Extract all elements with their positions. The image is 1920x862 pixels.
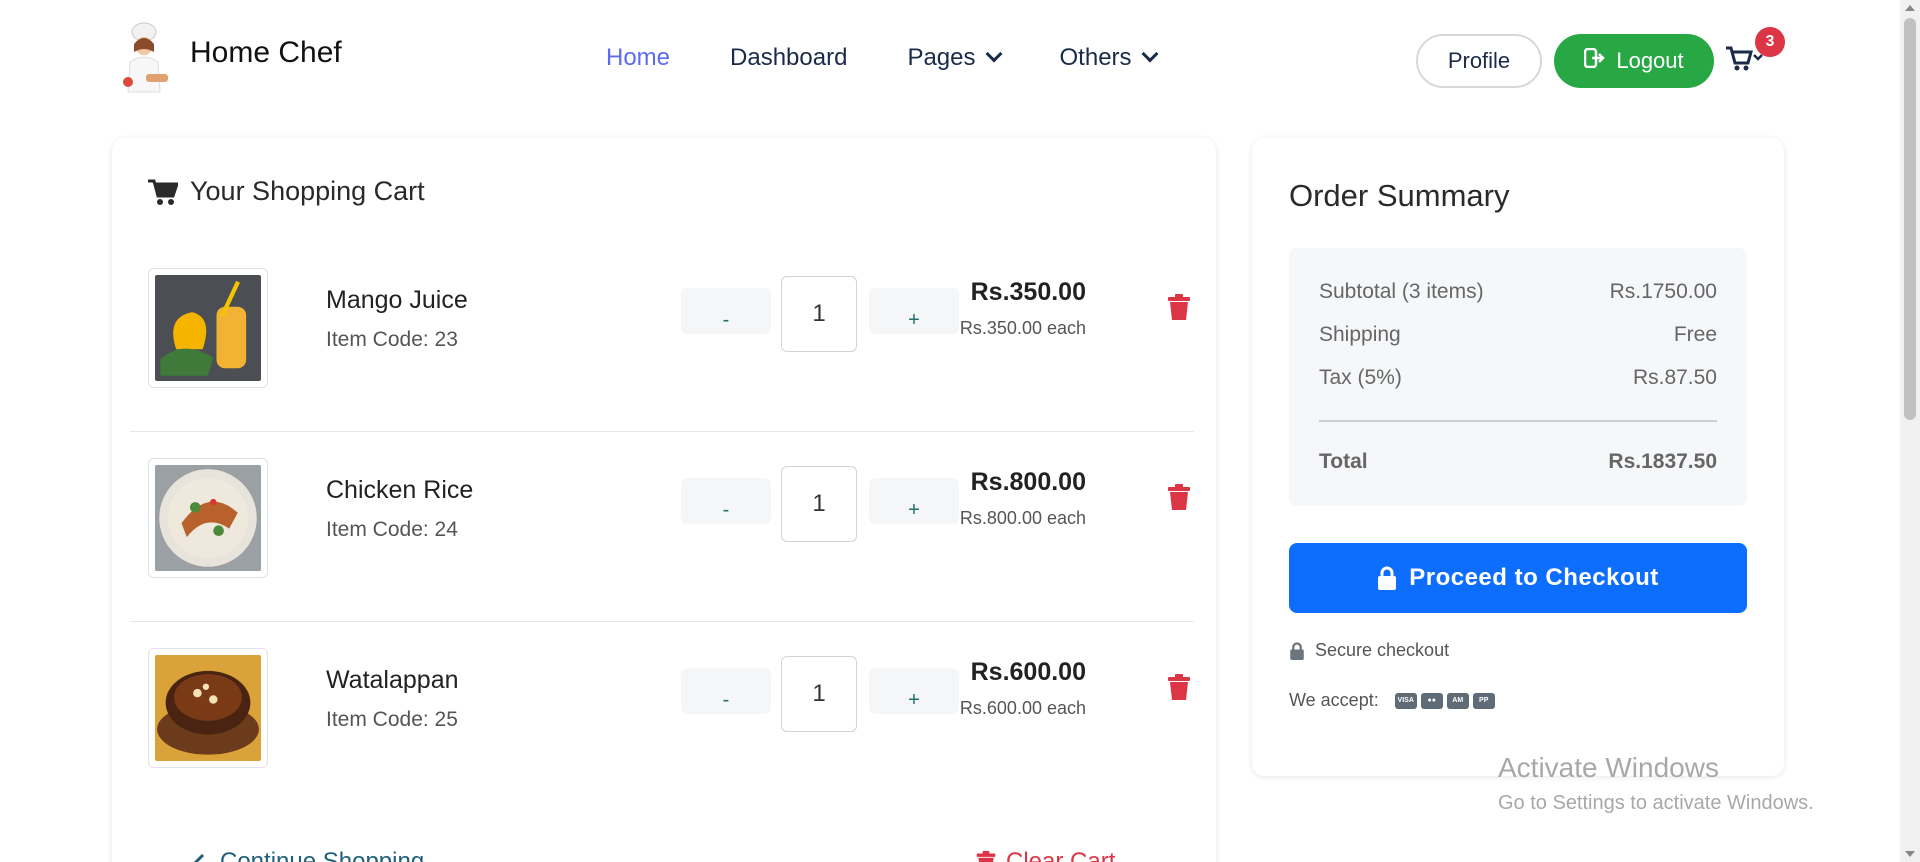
lock-icon	[1290, 641, 1304, 660]
profile-button[interactable]: Profile	[1416, 34, 1542, 88]
item-unit-price: Rs.600.00 each	[959, 698, 1086, 718]
nav-dashboard[interactable]: Dashboard	[730, 44, 847, 72]
order-summary-card: Order Summary Subtotal (3 items) Rs.1750…	[1252, 138, 1784, 776]
payment-icons: VISA ●● AM PP	[1394, 692, 1499, 709]
page-scrollbar[interactable]	[1900, 0, 1920, 862]
item-code: Item Code: 24	[326, 518, 458, 541]
item-unit-price: Rs.350.00 each	[959, 318, 1086, 338]
item-code: Item Code: 23	[326, 328, 458, 351]
continue-shopping-link[interactable]: Continue Shopping	[192, 848, 424, 862]
product-image	[148, 458, 268, 578]
amex-icon: AM	[1446, 692, 1469, 709]
decrease-qty-button[interactable]: -	[681, 478, 771, 524]
cart-title-text: Your Shopping Cart	[190, 176, 425, 206]
subtotal-row: Subtotal (3 items) Rs.1750.00	[1319, 280, 1717, 304]
shipping-label: Shipping	[1319, 323, 1401, 346]
decrease-qty-button[interactable]: -	[681, 668, 771, 714]
secure-checkout-label: Secure checkout	[1315, 640, 1450, 660]
mastercard-icon: ●●	[1420, 692, 1443, 709]
cart-item: Chicken Rice Item Code: 24 - 1 + Rs.800.…	[130, 432, 1194, 622]
checkout-label: Proceed to Checkout	[1409, 564, 1659, 591]
we-accept-label: We accept:	[1289, 690, 1379, 710]
lock-icon	[1378, 566, 1397, 590]
trash-icon[interactable]	[1168, 484, 1190, 510]
increase-qty-button[interactable]: +	[869, 668, 959, 714]
item-name: Chicken Rice	[326, 476, 474, 504]
nav-pages[interactable]: Pages	[907, 44, 1003, 72]
scroll-down-arrow-icon[interactable]	[1905, 851, 1915, 857]
shopping-cart-icon	[148, 179, 178, 205]
payment-methods: We accept: VISA ●● AM PP	[1289, 690, 1499, 711]
decrease-qty-button[interactable]: -	[681, 288, 771, 334]
subtotal-label: Subtotal (3 items)	[1319, 280, 1484, 303]
item-name: Watalappan	[326, 666, 459, 694]
proceed-to-checkout-button[interactable]: Proceed to Checkout	[1289, 543, 1747, 613]
nav-others[interactable]: Others	[1059, 44, 1159, 72]
trash-icon[interactable]	[1168, 294, 1190, 320]
subtotal-value: Rs.1750.00	[1609, 280, 1717, 303]
quantity-input[interactable]: 1	[781, 466, 857, 542]
item-price: Rs.350.00	[970, 278, 1086, 306]
item-name: Mango Juice	[326, 286, 468, 314]
clear-cart-button[interactable]: Clear Cart	[976, 848, 1115, 862]
trash-icon[interactable]	[1168, 674, 1190, 700]
nav-home[interactable]: Home	[606, 44, 670, 72]
chevron-down-icon	[985, 45, 1003, 63]
brand[interactable]: Home Chef	[116, 22, 342, 98]
total-value: Rs.1837.50	[1608, 450, 1717, 473]
cart-count-badge: 3	[1755, 27, 1785, 57]
secure-checkout-note: Secure checkout	[1289, 640, 1449, 661]
increase-qty-button[interactable]: +	[869, 478, 959, 524]
quantity-input[interactable]: 1	[781, 656, 857, 732]
nav-others-label: Others	[1059, 44, 1132, 71]
product-image	[148, 648, 268, 768]
tax-label: Tax (5%)	[1319, 366, 1402, 389]
tax-value: Rs.87.50	[1632, 366, 1717, 389]
shipping-value: Free	[1673, 323, 1717, 346]
item-unit-price: Rs.800.00 each	[959, 508, 1086, 528]
total-label: Total	[1319, 450, 1368, 473]
trash-icon	[976, 851, 996, 862]
navbar: Home Chef Home Dashboard Pages Others Pr…	[0, 0, 1900, 122]
order-summary-title: Order Summary	[1289, 178, 1510, 213]
increase-qty-button[interactable]: +	[869, 288, 959, 334]
item-price: Rs.800.00	[970, 468, 1086, 496]
total-row: Total Rs.1837.50	[1319, 450, 1717, 474]
chef-logo	[116, 22, 180, 98]
logout-button[interactable]: Logout	[1554, 34, 1714, 88]
shipping-row: Shipping Free	[1319, 323, 1717, 347]
summary-divider	[1319, 420, 1717, 422]
chevron-down-icon	[1141, 45, 1159, 63]
brand-name: Home Chef	[190, 36, 342, 69]
nav-home-label: Home	[606, 44, 671, 71]
cart-card: Your Shopping Cart Mango Juice Item Code…	[112, 138, 1216, 862]
continue-shopping-label: Continue Shopping	[220, 848, 425, 862]
item-price: Rs.600.00	[970, 658, 1086, 686]
main-nav: Home Dashboard Pages Others	[606, 44, 1216, 72]
visa-icon: VISA	[1394, 692, 1417, 709]
cart-title: Your Shopping Cart	[148, 176, 425, 207]
summary-breakdown: Subtotal (3 items) Rs.1750.00 Shipping F…	[1289, 248, 1747, 506]
activate-windows-title: Activate Windows	[1498, 752, 1719, 783]
cart-item: Mango Juice Item Code: 23 - 1 + Rs.350.0…	[130, 242, 1194, 432]
scroll-thumb[interactable]	[1904, 18, 1916, 420]
chevron-left-icon	[193, 853, 205, 862]
quantity-input[interactable]: 1	[781, 276, 857, 352]
activate-windows-subtitle: Go to Settings to activate Windows.	[1498, 792, 1814, 814]
cart-item: Watalappan Item Code: 25 - 1 + Rs.600.00…	[130, 622, 1194, 812]
nav-pages-label: Pages	[907, 44, 976, 71]
nav-dashboard-label: Dashboard	[730, 44, 848, 71]
item-code: Item Code: 25	[326, 708, 458, 731]
scroll-up-arrow-icon[interactable]	[1905, 5, 1915, 11]
logout-label: Logout	[1616, 48, 1684, 73]
tax-row: Tax (5%) Rs.87.50	[1319, 366, 1717, 390]
paypal-icon: PP	[1472, 692, 1495, 709]
logout-icon	[1584, 47, 1606, 74]
clear-cart-label: Clear Cart	[1006, 848, 1116, 862]
product-image	[148, 268, 268, 388]
